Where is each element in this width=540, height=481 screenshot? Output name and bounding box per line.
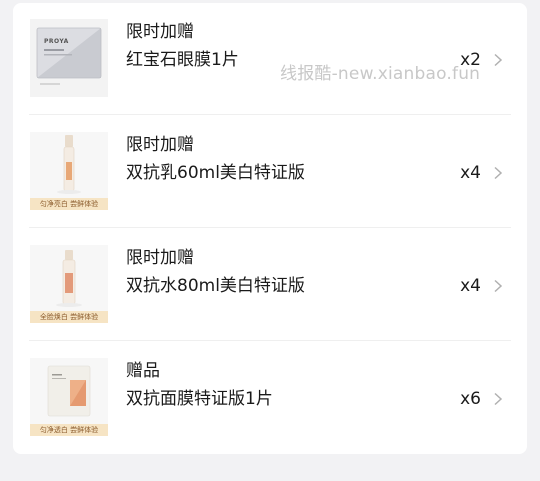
- chevron-right-icon[interactable]: [491, 279, 505, 293]
- promo-banner: 全脸焕白 尝鲜体验: [30, 311, 108, 323]
- product-thumbnail: PROYA: [30, 19, 108, 97]
- gift-item-row[interactable]: 全脸焕白 尝鲜体验 限时加赠 双抗水80ml美白特证版 x4: [13, 229, 527, 341]
- gift-tag: 限时加赠: [126, 135, 194, 155]
- promo-banner: 匀净亮白 尝鲜体验: [30, 198, 108, 210]
- gift-name: 双抗水80ml美白特证版: [126, 276, 305, 296]
- eye-mask-sachet-icon: [30, 19, 108, 97]
- row-divider: [29, 340, 511, 341]
- product-thumbnail: 全脸焕白 尝鲜体验: [30, 245, 108, 323]
- gift-quantity: x4: [460, 163, 481, 183]
- brand-label: PROYA: [44, 38, 69, 45]
- gift-name: 双抗乳60ml美白特证版: [126, 163, 305, 183]
- lotion-bottle-icon: [30, 132, 108, 198]
- row-divider: [29, 227, 511, 228]
- gift-quantity: x6: [460, 389, 481, 409]
- toner-bottle-icon: [30, 245, 108, 311]
- face-mask-sachet-icon: [30, 358, 108, 424]
- chevron-right-icon[interactable]: [491, 392, 505, 406]
- gift-item-row[interactable]: 匀净亮白 尝鲜体验 限时加赠 双抗乳60ml美白特证版 x4: [13, 116, 527, 228]
- product-thumbnail: 匀净透白 尝鲜体验: [30, 358, 108, 436]
- gift-name: 双抗面膜特证版1片: [126, 389, 273, 409]
- chevron-right-icon[interactable]: [491, 166, 505, 180]
- promo-banner: 匀净透白 尝鲜体验: [30, 424, 108, 436]
- gift-tag: 限时加赠: [126, 22, 194, 42]
- gift-name: 红宝石眼膜1片: [126, 50, 239, 70]
- product-thumbnail: 匀净亮白 尝鲜体验: [30, 132, 108, 210]
- gift-tag: 赠品: [126, 361, 160, 381]
- gift-item-row[interactable]: 匀净透白 尝鲜体验 赠品 双抗面膜特证版1片 x6: [13, 342, 527, 454]
- chevron-right-icon[interactable]: [491, 53, 505, 67]
- watermark-text: 线报酷-new.xianbao.fun: [280, 64, 481, 84]
- gift-quantity: x4: [460, 276, 481, 296]
- gift-tag: 限时加赠: [126, 248, 194, 268]
- row-divider: [29, 114, 511, 115]
